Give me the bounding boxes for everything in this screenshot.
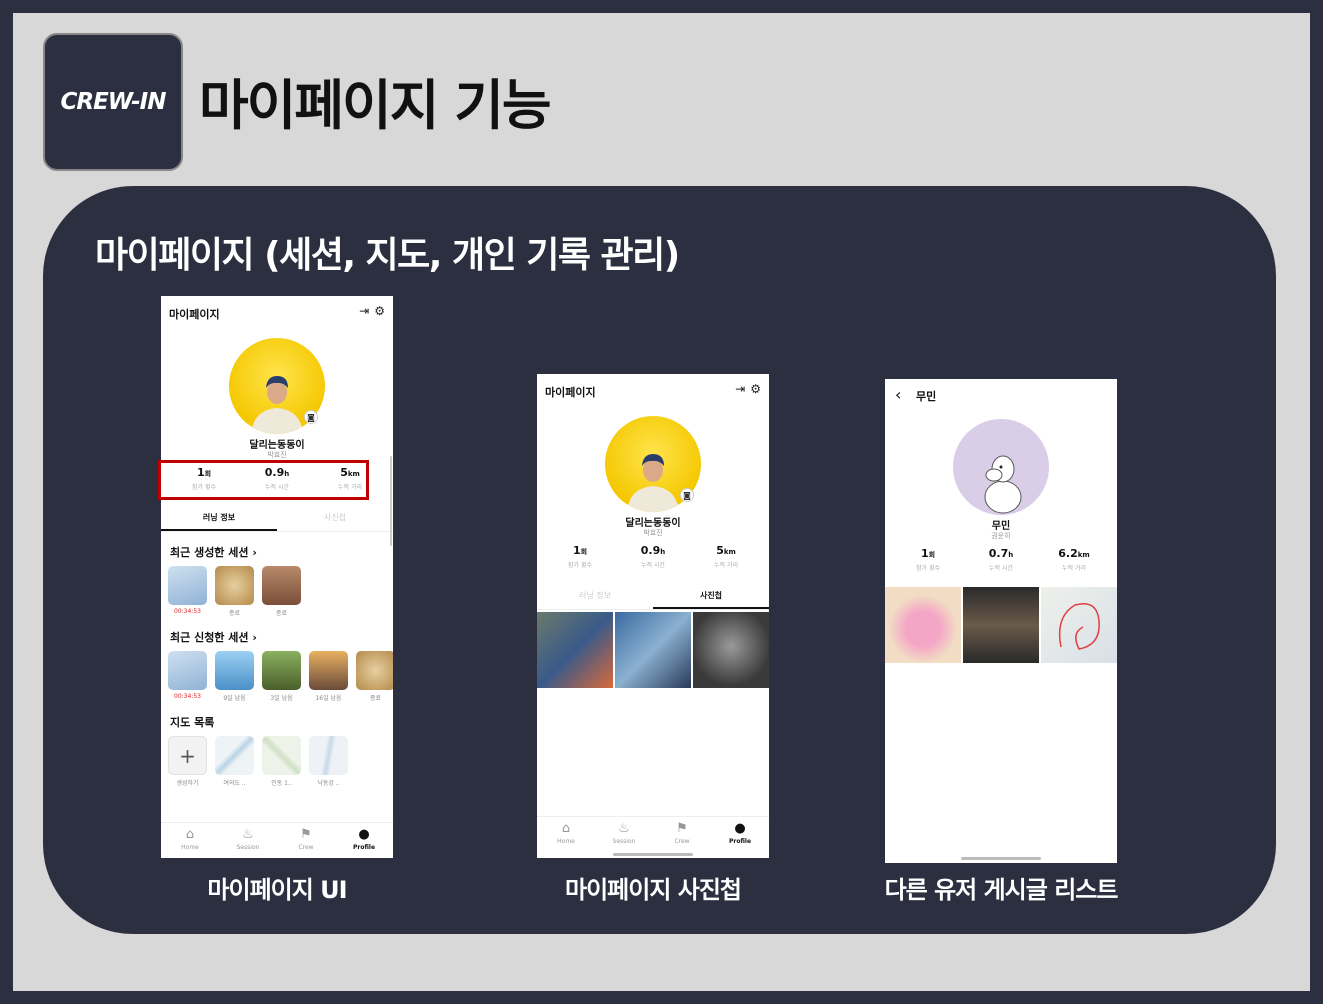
session-thumb[interactable]: 종료: [262, 566, 301, 617]
section-title-applied[interactable]: 최근 신청한 세션 ›: [170, 629, 257, 645]
session-thumb[interactable]: 종료: [215, 566, 254, 617]
profile-tabs: 러닝 정보 사진첩: [537, 590, 769, 610]
photo-item[interactable]: [693, 612, 769, 688]
session-thumb[interactable]: 9일 남음: [215, 651, 254, 702]
gear-icon[interactable]: ⚙: [374, 304, 385, 318]
bottom-nav: ⌂ Home ♨ Session ⚑ Crew ● Profile: [161, 822, 393, 858]
stats-highlight-box: [158, 460, 369, 500]
session-thumb[interactable]: 00:34:53: [168, 651, 207, 702]
nickname: 달리는동동이: [249, 440, 305, 451]
moomin-photo: [984, 455, 1022, 514]
session-thumb[interactable]: 00:34:53: [168, 566, 207, 617]
photo-grid: [537, 612, 769, 688]
flame-icon: ♨: [618, 821, 630, 836]
slide: CREW-IN 마이페이지 기능 마이페이지 (세션, 지도, 개인 기록 관리…: [13, 13, 1310, 991]
post-item[interactable]: [1041, 587, 1117, 663]
nav-crew[interactable]: ⚑ Crew: [277, 823, 335, 858]
profile-photo: [627, 454, 679, 512]
created-session-list: 00:34:53 종료 종료: [168, 566, 301, 617]
page-title: 마이페이지 기능: [199, 74, 552, 137]
section-title-maps: 지도 목록: [170, 716, 215, 729]
tab-running-info[interactable]: 러닝 정보: [537, 590, 653, 609]
route-map: [1058, 603, 1100, 650]
flame-icon: ♨: [242, 827, 254, 842]
session-thumb[interactable]: 3일 남음: [262, 651, 301, 702]
tab-album[interactable]: 사진첩: [653, 590, 769, 609]
album-screen: 마이페이지 ⇥ ⚙ ◙ 달리는동동이 박효진 1회 참가 횟수 0.9h 누적 시간 …: [537, 374, 769, 858]
profile-tabs: 러닝 정보 사진첩: [161, 512, 393, 532]
nav-profile[interactable]: ● Profile: [335, 823, 393, 858]
nav-session[interactable]: ♨ Session: [595, 817, 653, 852]
caption-mypage-ui: 마이페이지 UI: [207, 876, 347, 904]
home-icon: ⌂: [561, 821, 571, 836]
post-item[interactable]: [885, 587, 961, 663]
feature-panel: 마이페이지 (세션, 지도, 개인 기록 관리) 마이페이지 ⇥ ⚙ ◙ 달리는동…: [43, 186, 1276, 934]
plus-icon: +: [168, 736, 207, 775]
nickname: 무민: [991, 521, 1011, 532]
map-thumb[interactable]: 인동 1..: [262, 736, 301, 787]
stats-row: 1회 참가 횟수 0.9h 누적 시간 5km 누적 거리: [545, 544, 761, 569]
mypage-screen: 마이페이지 ⇥ ⚙ ◙ 달리는동동이 박효진 1회 참가 횟수 0.9h 누적 시간 …: [161, 296, 393, 858]
session-thumb[interactable]: 종료: [356, 651, 393, 702]
home-indicator: [961, 857, 1041, 860]
map-list: + 생성하기 여의도 .. 인동 1.. 낙동강 ..: [168, 736, 348, 787]
applied-session-list: 00:34:53 9일 남음 3일 남음 16일 남음 종료: [168, 651, 393, 702]
section-title-created[interactable]: 최근 생성한 세션 ›: [170, 544, 257, 560]
flag-icon: ⚑: [676, 821, 688, 836]
other-user-screen: ‹ 무민 무민 권운히 1회 참가 횟수 0.7h 누적 시간 6.2km 누적 거리: [885, 379, 1117, 863]
scrollbar[interactable]: [390, 456, 392, 546]
person-icon: ●: [358, 827, 370, 842]
stat-count: 1회 참가 횟수: [568, 544, 592, 569]
back-arrow-icon[interactable]: ‹: [895, 385, 901, 404]
map-thumb[interactable]: 낙동강 ..: [309, 736, 348, 787]
tab-running-info[interactable]: 러닝 정보: [161, 512, 277, 531]
chevron-right-icon: ›: [252, 631, 257, 644]
person-icon: ●: [734, 821, 746, 836]
stat-count: 1회 참가 횟수: [916, 547, 940, 572]
nickname: 달리는동동이: [625, 518, 681, 529]
home-icon: ⌂: [185, 827, 195, 842]
stat-distance: 6.2km 누적 거리: [1058, 547, 1090, 572]
real-name: 박효진: [643, 529, 663, 537]
gear-icon[interactable]: ⚙: [750, 382, 761, 396]
screen-header: 마이페이지: [545, 386, 596, 399]
stat-time: 0.7h 누적 시간: [988, 547, 1014, 572]
bottom-nav: ⌂ Home ♨ Session ⚑ Crew ● Profile: [537, 816, 769, 852]
chevron-right-icon: ›: [252, 546, 257, 559]
nav-home[interactable]: ⌂ Home: [161, 823, 219, 858]
camera-icon[interactable]: ◙: [304, 410, 318, 424]
caption-mypage-album: 마이페이지 사진첩: [565, 876, 742, 904]
photo-item[interactable]: [537, 612, 613, 688]
camera-icon[interactable]: ◙: [680, 488, 694, 502]
stat-distance: 5km 누적 거리: [714, 544, 738, 569]
photo-item[interactable]: [615, 612, 691, 688]
stats-row: 1회 참가 횟수 0.7h 누적 시간 6.2km 누적 거리: [893, 547, 1109, 572]
brand-text: CREW-IN: [60, 89, 167, 115]
stat-time: 0.9h 누적 시간: [640, 544, 666, 569]
post-grid: [885, 587, 1117, 663]
real-name: 권운히: [991, 532, 1011, 540]
nav-session[interactable]: ♨ Session: [219, 823, 277, 858]
map-thumb[interactable]: 여의도 ..: [215, 736, 254, 787]
screen-header: 마이페이지: [169, 308, 220, 321]
post-item[interactable]: [963, 587, 1039, 663]
create-map-button[interactable]: + 생성하기: [168, 736, 207, 787]
screen-header: 무민: [916, 390, 937, 403]
nav-crew[interactable]: ⚑ Crew: [653, 817, 711, 852]
caption-other-user-list: 다른 유저 게시글 리스트: [884, 876, 1119, 904]
panel-title: 마이페이지 (세션, 지도, 개인 기록 관리): [95, 235, 680, 276]
nav-home[interactable]: ⌂ Home: [537, 817, 595, 852]
session-thumb[interactable]: 16일 남음: [309, 651, 348, 702]
crew-in-logo: CREW-IN: [43, 33, 183, 171]
profile-photo: [251, 376, 303, 434]
tab-album[interactable]: 사진첩: [277, 512, 393, 531]
avatar: [953, 419, 1049, 515]
logout-icon[interactable]: ⇥: [359, 304, 369, 318]
real-name: 박효진: [267, 451, 287, 459]
nav-profile[interactable]: ● Profile: [711, 817, 769, 852]
home-indicator: [613, 853, 693, 856]
flag-icon: ⚑: [300, 827, 312, 842]
logout-icon[interactable]: ⇥: [735, 382, 745, 396]
